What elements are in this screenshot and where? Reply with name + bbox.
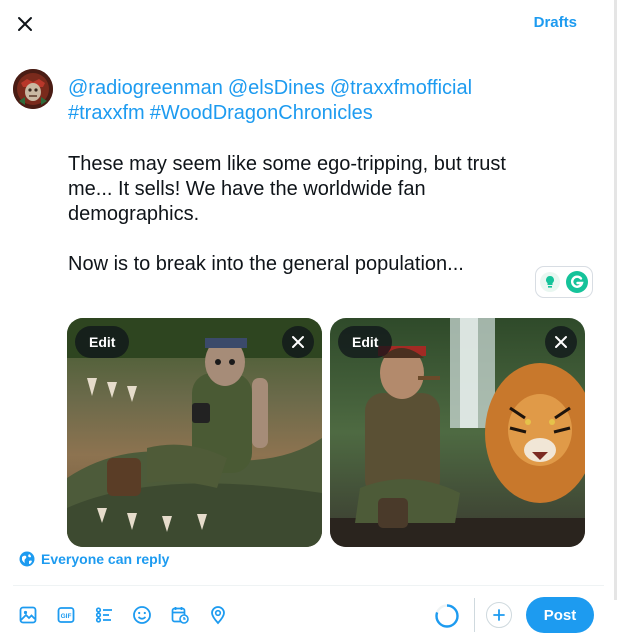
lightbulb-icon[interactable] xyxy=(539,271,561,293)
toolbar-divider xyxy=(474,598,475,632)
add-gif-button[interactable]: GIF xyxy=(51,600,81,630)
schedule-button[interactable] xyxy=(165,600,195,630)
close-icon xyxy=(292,336,304,348)
close-button[interactable] xyxy=(9,8,41,40)
grammarly-icon[interactable] xyxy=(565,270,589,294)
divider xyxy=(13,585,604,586)
tag-location-button[interactable] xyxy=(203,600,233,630)
compose-toolbar: GIF xyxy=(13,600,233,630)
location-icon xyxy=(211,606,225,625)
edit-image-button[interactable]: Edit xyxy=(338,326,393,358)
globe-icon xyxy=(19,551,35,567)
plus-icon xyxy=(493,609,505,621)
close-icon xyxy=(555,336,567,348)
avatar[interactable] xyxy=(13,69,53,109)
attached-image[interactable]: Edit xyxy=(330,318,585,547)
add-emoji-button[interactable] xyxy=(127,600,157,630)
close-icon xyxy=(18,17,32,31)
mention[interactable]: @traxxfmofficial xyxy=(330,77,472,99)
add-poll-button[interactable] xyxy=(89,600,119,630)
post-paragraph: Now is to break into the general populat… xyxy=(68,253,464,275)
hashtag[interactable]: #traxxfm xyxy=(68,102,145,124)
hashtag[interactable]: #WoodDragonChronicles xyxy=(150,102,373,124)
drafts-link[interactable]: Drafts xyxy=(534,14,577,31)
remove-image-button[interactable] xyxy=(545,326,577,358)
mention[interactable]: @elsDines xyxy=(228,77,325,99)
poll-icon xyxy=(95,607,112,623)
image-icon xyxy=(19,606,37,624)
reply-setting-label: Everyone can reply xyxy=(41,551,170,567)
post-button[interactable]: Post xyxy=(526,597,594,633)
compose-textarea[interactable]: @radiogreenman @elsDines @traxxfmofficial … xyxy=(68,76,538,277)
grammarly-widget[interactable] xyxy=(535,266,593,298)
schedule-icon xyxy=(171,607,189,624)
remove-image-button[interactable] xyxy=(282,326,314,358)
reply-setting-button[interactable]: Everyone can reply xyxy=(19,551,169,567)
add-post-button[interactable] xyxy=(486,602,512,628)
post-paragraph: These may seem like some ego-tripping, b… xyxy=(68,153,506,225)
svg-text:GIF: GIF xyxy=(61,613,72,620)
character-count-ring xyxy=(435,604,459,628)
attached-image[interactable]: Edit xyxy=(67,318,322,547)
edit-image-button[interactable]: Edit xyxy=(75,326,130,358)
mentions-line: @radiogreenman @elsDines @traxxfmofficial … xyxy=(68,76,538,126)
gif-icon: GIF xyxy=(57,607,75,623)
emoji-icon xyxy=(133,606,151,624)
add-media-button[interactable] xyxy=(13,600,43,630)
mention[interactable]: @radiogreenman xyxy=(68,77,223,99)
